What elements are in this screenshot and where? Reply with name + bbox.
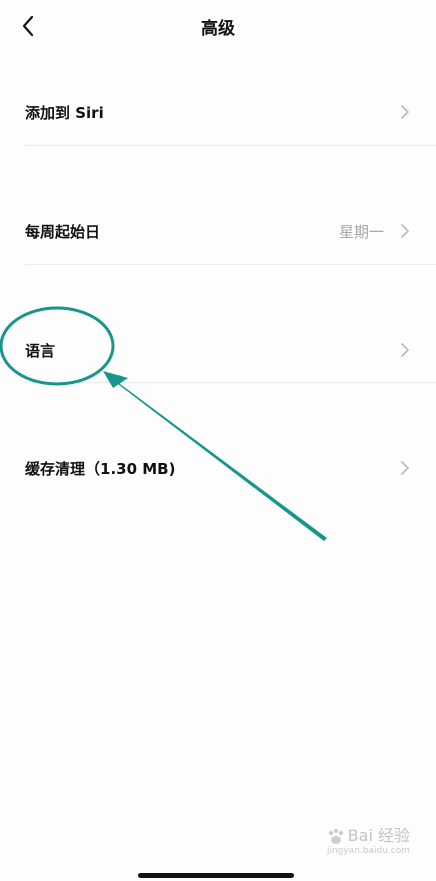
settings-row-language[interactable]: 语言	[25, 330, 436, 370]
annotation-overlay	[0, 306, 327, 541]
row-label: 每周起始日	[25, 223, 101, 241]
settings-row-week-start[interactable]: 每周起始日 星期一	[25, 211, 436, 251]
row-label: 添加到 Siri	[25, 104, 104, 122]
divider	[25, 382, 436, 383]
watermark-url: jingyan.baidu.com	[326, 845, 410, 856]
chevron-right-icon	[401, 461, 409, 475]
divider	[25, 264, 436, 265]
home-indicator[interactable]	[138, 873, 294, 878]
paw-icon	[328, 828, 343, 844]
chevron-right-icon	[401, 224, 409, 238]
chevron-right-icon	[401, 105, 409, 119]
chevron-right-icon	[401, 343, 409, 357]
settings-row-add-to-siri[interactable]: 添加到 Siri	[25, 92, 436, 132]
arrow-head	[103, 371, 128, 388]
navigation-bar: 高级	[0, 0, 436, 56]
row-label: 语言	[25, 342, 56, 360]
divider	[25, 145, 436, 146]
row-label: 缓存清理（1.30 MB)	[25, 460, 176, 478]
row-value: 星期一	[338, 223, 384, 241]
watermark: Bai 经验 jingyan.baidu.com	[326, 827, 410, 856]
watermark-text: Bai 经验	[347, 826, 410, 845]
page-title: 高级	[201, 19, 235, 39]
settings-row-clear-cache[interactable]: 缓存清理（1.30 MB)	[25, 448, 436, 488]
